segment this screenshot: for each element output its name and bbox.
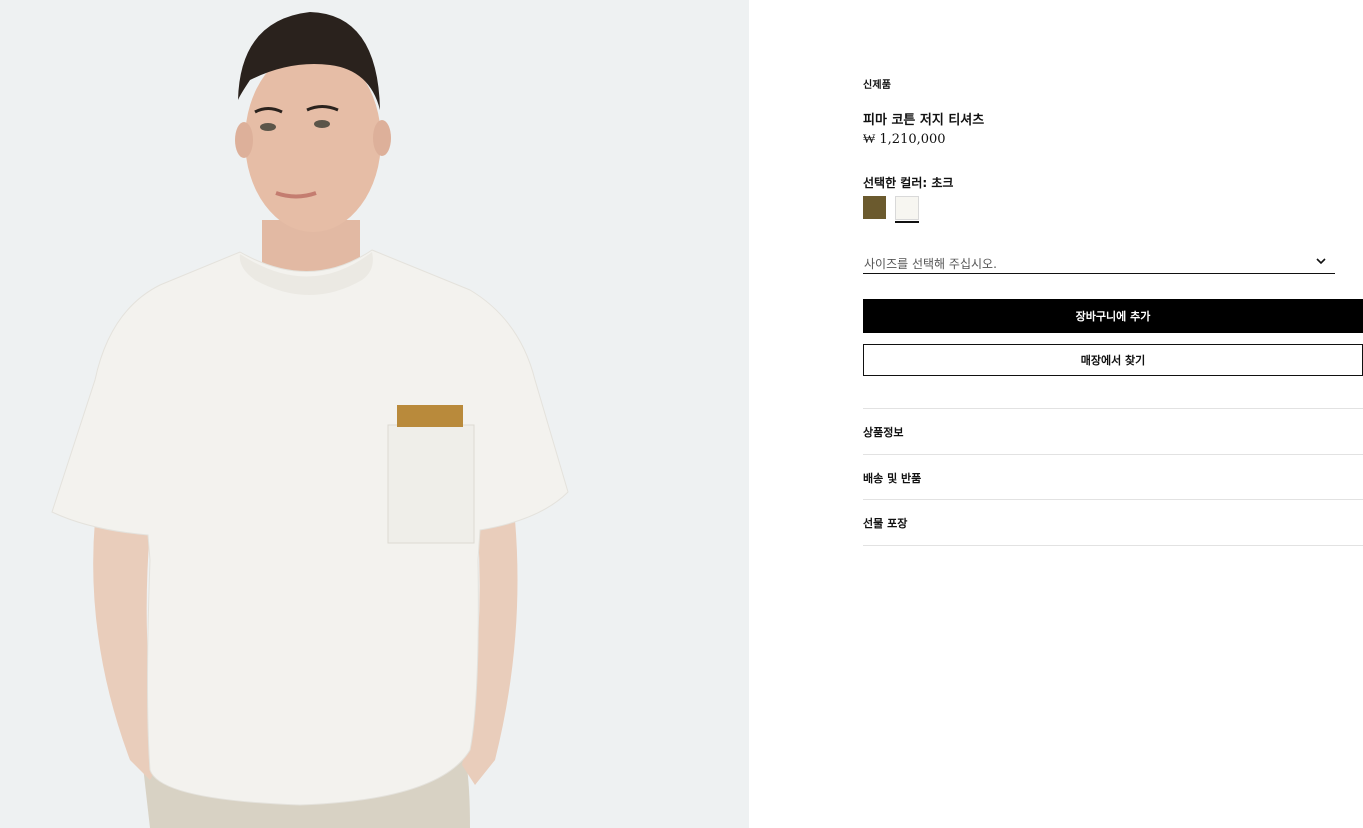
accordion-product-info[interactable]: 상품정보 [863, 408, 1363, 454]
product-price: ₩ 1,210,000 [863, 132, 946, 147]
accordion-shipping-returns[interactable]: 배송 및 반품 [863, 454, 1363, 500]
product-name: 피마 코튼 저지 티셔츠 [863, 113, 985, 128]
accordion-label: 배송 및 반품 [863, 472, 922, 485]
accordion-label: 상품정보 [863, 426, 904, 439]
accordion-label: 선물 포장 [863, 517, 908, 530]
selected-color-label: 선택한 컬러: 초크 [863, 176, 954, 190]
product-detail-panel: 신제품 피마 코튼 저지 티셔츠 ₩ 1,210,000 선택한 컬러: 초크 … [863, 0, 1363, 828]
color-swatch-chalk[interactable] [895, 196, 919, 223]
find-in-store-button[interactable]: 매장에서 찾기 [863, 344, 1363, 376]
model-illustration [51, 12, 569, 828]
product-image [0, 0, 749, 828]
size-placeholder: 사이즈를 선택해 주십시오. [864, 257, 997, 271]
size-select[interactable]: 사이즈를 선택해 주십시오. [863, 250, 1335, 274]
new-badge: 신제품 [863, 80, 892, 91]
accordion-gift-wrapping[interactable]: 선물 포장 [863, 499, 1363, 546]
color-swatch-brown[interactable] [863, 196, 886, 219]
chevron-down-icon [1316, 258, 1326, 265]
add-to-cart-button[interactable]: 장바구니에 추가 [863, 299, 1363, 333]
